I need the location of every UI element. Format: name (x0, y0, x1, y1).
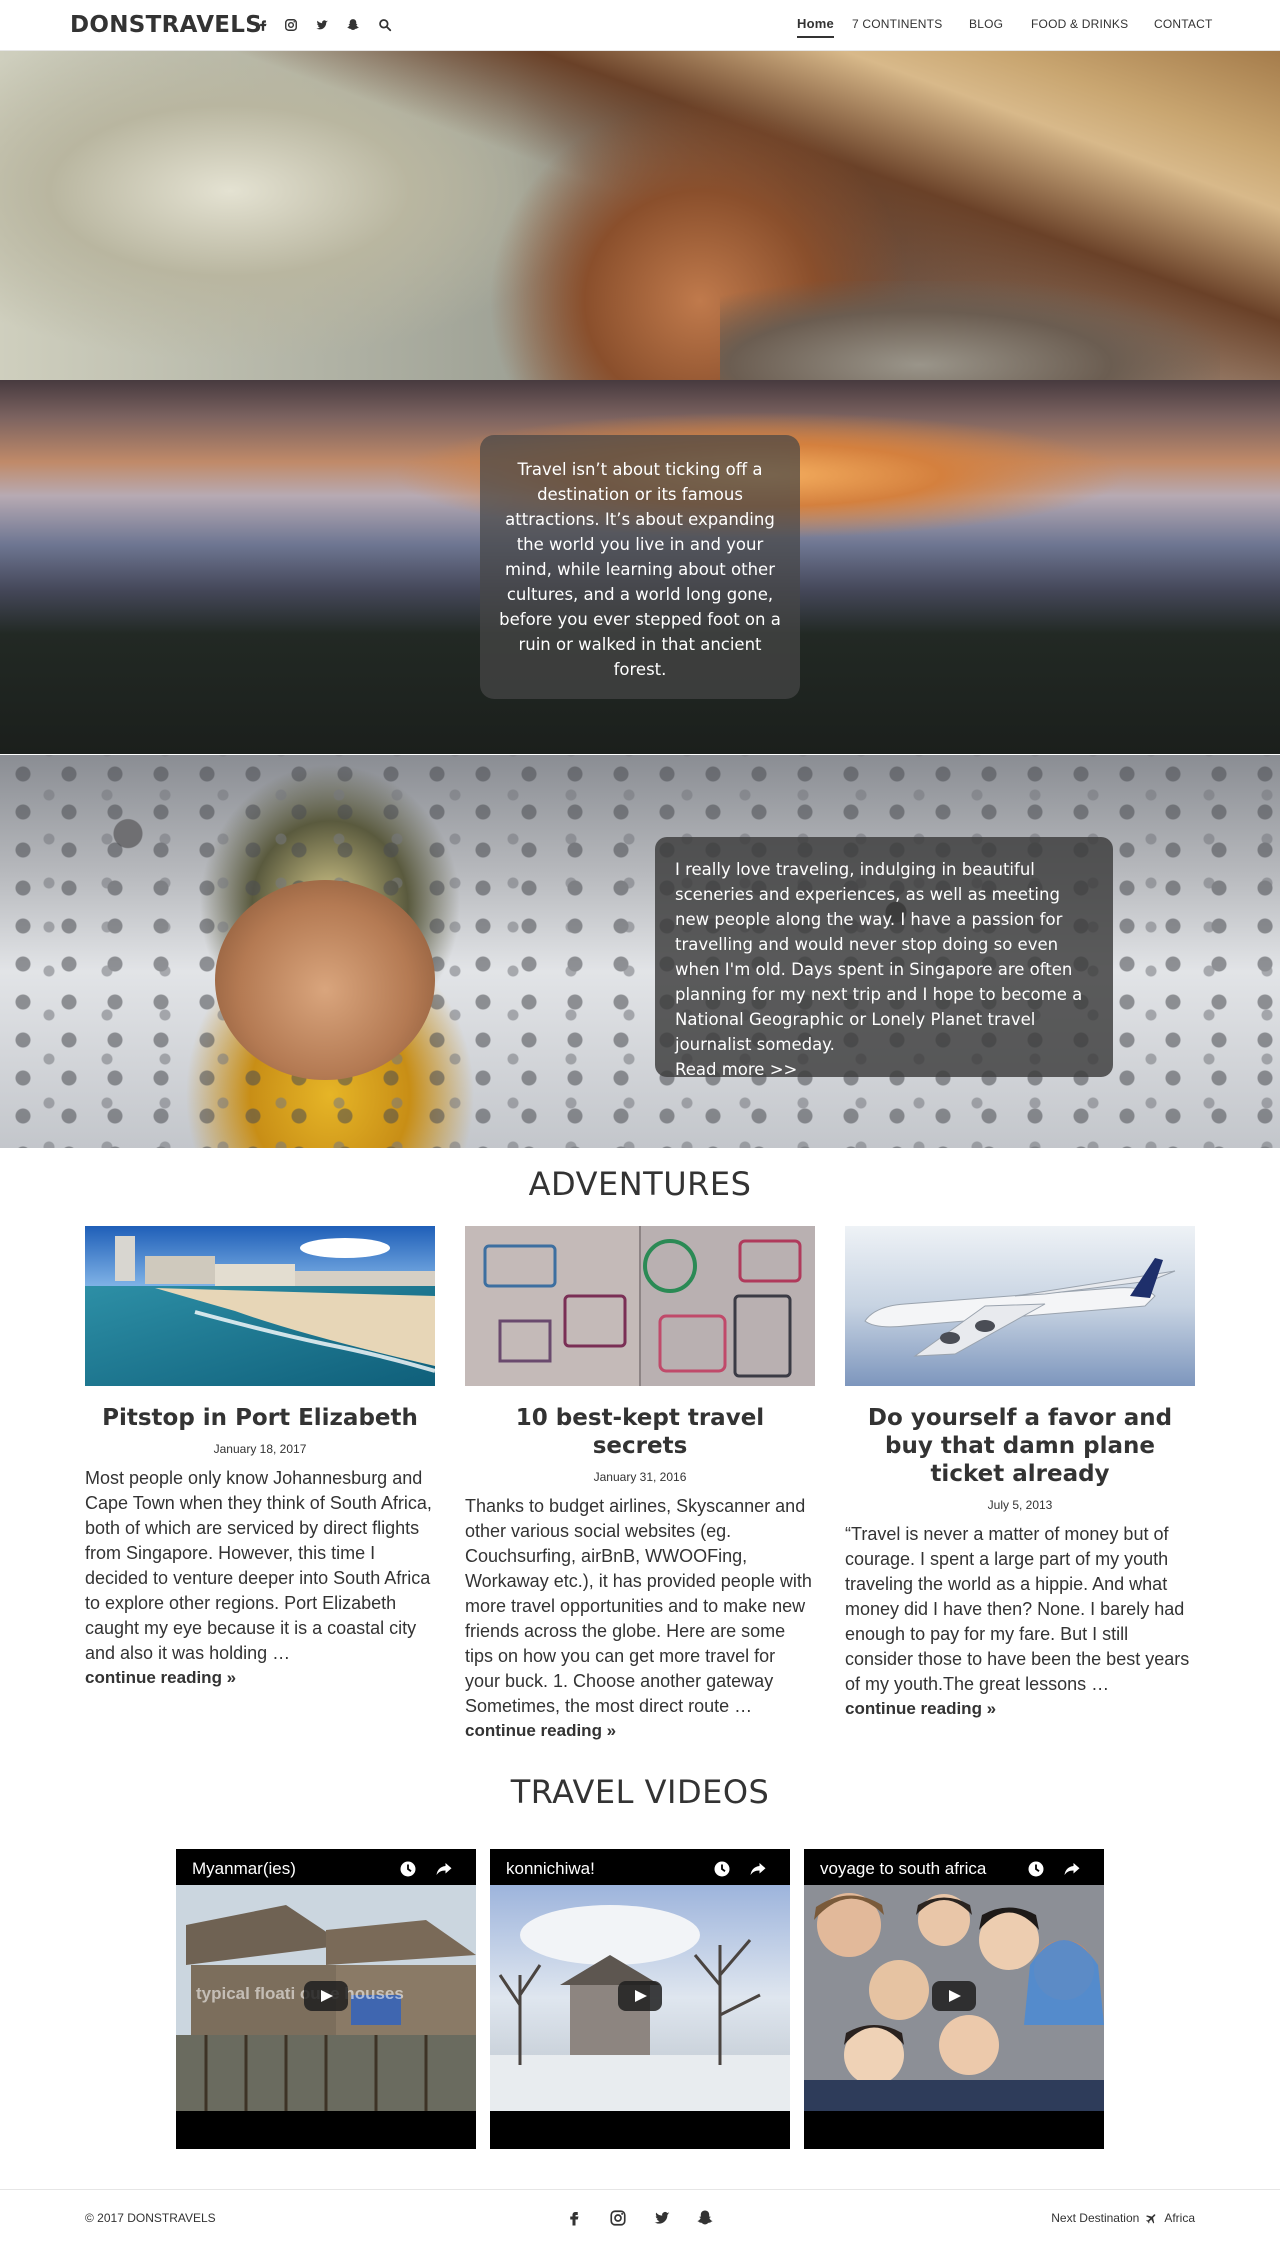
next-destination-label: Next Destination (1051, 2211, 1140, 2225)
watch-later-icon[interactable] (712, 1860, 732, 1878)
about-text: I really love traveling, indulging in be… (675, 860, 1083, 1054)
about-section: I really love traveling, indulging in be… (0, 755, 1280, 1148)
author-photo (215, 880, 435, 1080)
quote-text: Travel isn’t about ticking off a destina… (499, 460, 781, 679)
continue-reading-link[interactable]: continue reading » (465, 1719, 815, 1743)
post-title[interactable]: Pitstop in Port Elizabeth (85, 1404, 435, 1432)
site-footer: © 2017 DONSTRAVELS Next Destination Afri… (0, 2189, 1280, 2248)
video-player[interactable]: Myanmar(ies) typical floati ouse houses (176, 1849, 476, 2149)
post-excerpt: Thanks to budget airlines, Skyscanner an… (465, 1496, 812, 1716)
nav-blog[interactable]: BLOG (969, 17, 1003, 31)
video-header: Myanmar(ies) (176, 1849, 476, 1885)
play-icon[interactable] (304, 1981, 348, 2011)
instagram-icon[interactable] (609, 2209, 627, 2227)
video-caption: typical floati ouse houses (196, 1984, 404, 2003)
video-title[interactable]: Myanmar(ies) (192, 1859, 296, 1879)
play-icon[interactable] (932, 1981, 976, 2011)
nav-food-drinks[interactable]: FOOD & DRINKS (1031, 17, 1128, 31)
post-title[interactable]: 10 best-kept travel secrets (465, 1404, 815, 1460)
nav-contact[interactable]: CONTACT (1154, 17, 1213, 31)
post-card: Do yourself a favor and buy that damn pl… (845, 1226, 1195, 1721)
continue-reading-link[interactable]: continue reading » (85, 1666, 435, 1690)
nav-7-continents[interactable]: 7 CONTINENTS (852, 17, 942, 31)
site-brand[interactable]: DONSTRAVELS (70, 12, 262, 38)
search-icon[interactable] (378, 18, 392, 32)
top-navbar: DONSTRAVELS Home 7 CONTINENTS BLOG FOOD … (0, 0, 1280, 51)
travel-videos-heading: TRAVEL VIDEOS (510, 1773, 770, 1811)
watch-later-icon[interactable] (398, 1860, 418, 1878)
video-title[interactable]: voyage to south africa (820, 1859, 986, 1879)
copyright-text: © 2017 DONSTRAVELS (85, 2211, 216, 2225)
post-excerpt: “Travel is never a matter of money but o… (845, 1524, 1190, 1694)
share-icon[interactable] (1062, 1860, 1082, 1878)
post-card: 10 best-kept travel secrets January 31, … (465, 1226, 815, 1743)
hero-slider[interactable] (0, 51, 1280, 380)
video-player[interactable]: voyage to south africa (804, 1849, 1104, 2149)
adventures-heading: ADVENTURES (528, 1165, 752, 1203)
quote-box: Travel isn’t about ticking off a destina… (480, 435, 800, 699)
post-image-beach[interactable] (85, 1226, 435, 1386)
twitter-icon[interactable] (653, 2209, 671, 2227)
twitter-icon[interactable] (315, 18, 329, 32)
post-image-airplane[interactable] (845, 1226, 1195, 1386)
post-date: July 5, 2013 (987, 1498, 1053, 1512)
video-title[interactable]: konnichiwa! (506, 1859, 595, 1879)
next-destination-value[interactable]: Africa (1164, 2211, 1195, 2225)
video-header: voyage to south africa (804, 1849, 1104, 1885)
post-image-passport[interactable] (465, 1226, 815, 1386)
video-player[interactable]: konnichiwa! (490, 1849, 790, 2149)
facebook-icon[interactable] (256, 18, 270, 32)
facebook-icon[interactable] (565, 2209, 583, 2227)
snapchat-icon[interactable] (346, 18, 360, 32)
share-icon[interactable] (748, 1860, 768, 1878)
read-more-link[interactable]: Read more >> (675, 1057, 1093, 1082)
continue-reading-link[interactable]: continue reading » (845, 1697, 1195, 1721)
watch-later-icon[interactable] (1026, 1860, 1046, 1878)
airplane-icon (1146, 2213, 1156, 2223)
about-box: I really love traveling, indulging in be… (655, 837, 1113, 1079)
post-date: January 31, 2016 (593, 1470, 687, 1484)
instagram-icon[interactable] (284, 18, 298, 32)
post-excerpt: Most people only know Johannesburg and C… (85, 1468, 432, 1663)
next-destination: Next Destination Africa (1051, 2211, 1195, 2225)
post-date: January 18, 2017 (213, 1442, 307, 1456)
video-header: konnichiwa! (490, 1849, 790, 1885)
nav-home[interactable]: Home (797, 16, 834, 38)
post-card: Pitstop in Port Elizabeth January 18, 20… (85, 1226, 435, 1690)
play-icon[interactable] (618, 1981, 662, 2011)
hero-image (720, 281, 1220, 380)
share-icon[interactable] (434, 1860, 454, 1878)
post-title[interactable]: Do yourself a favor and buy that damn pl… (845, 1404, 1195, 1488)
snapchat-icon[interactable] (696, 2209, 714, 2227)
quote-section: Travel isn’t about ticking off a destina… (0, 380, 1280, 754)
